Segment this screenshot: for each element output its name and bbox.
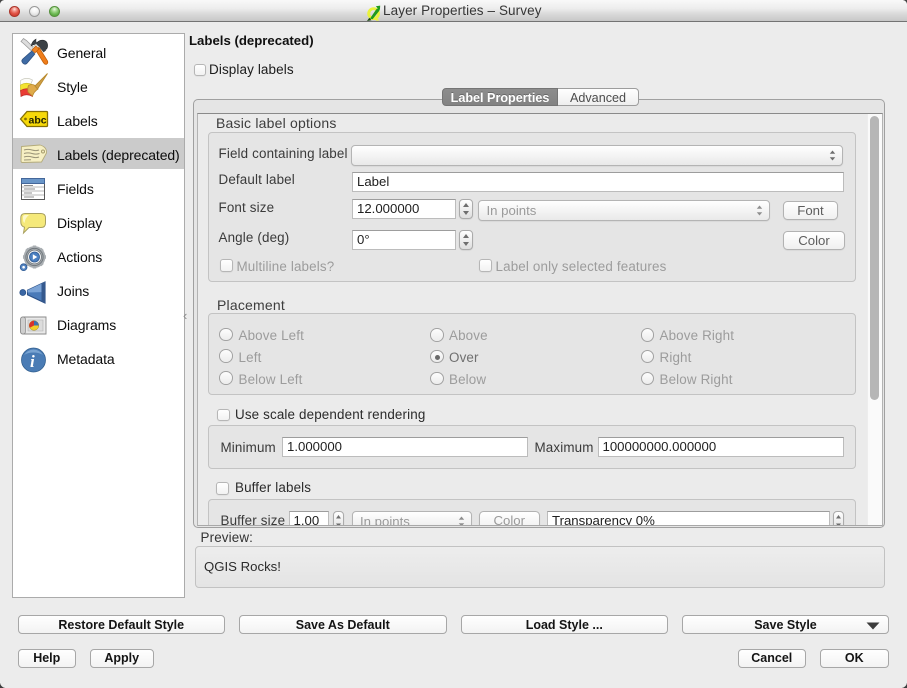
svg-text:abc: abc [29,115,47,127]
svg-text:i: i [30,352,35,371]
